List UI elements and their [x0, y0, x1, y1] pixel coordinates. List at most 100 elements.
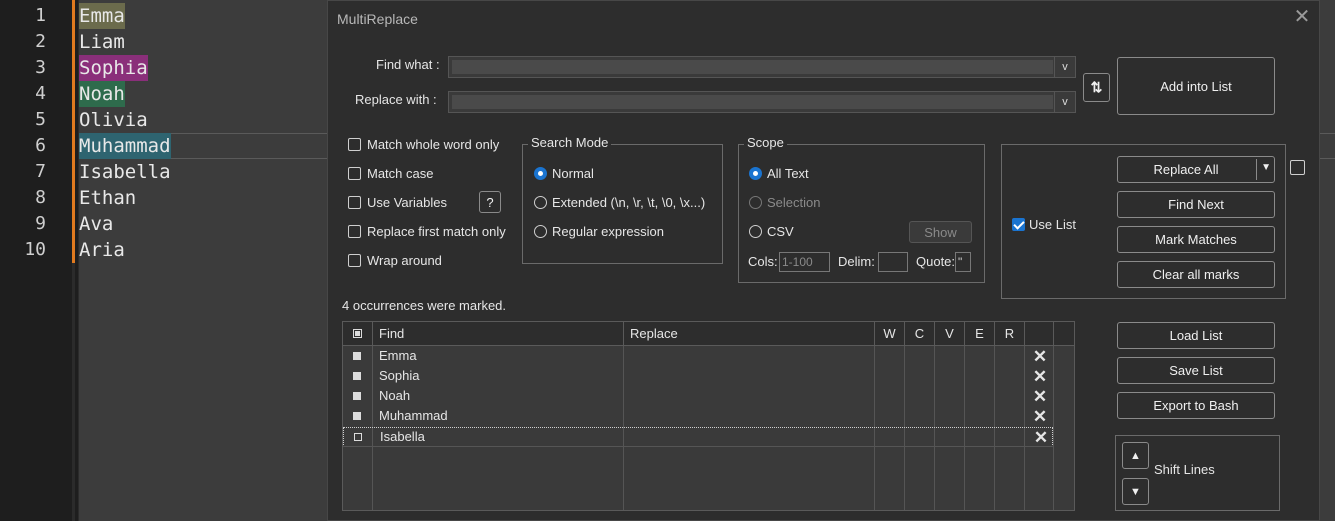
csv-label: CSV — [767, 224, 794, 239]
header-v[interactable]: V — [935, 322, 965, 346]
close-icon[interactable]: ✕ — [1292, 7, 1312, 27]
row-find-text: Isabella — [380, 429, 425, 444]
table-row[interactable]: Emma ✕ — [343, 347, 1053, 367]
swap-icon[interactable]: ⇅ — [1083, 73, 1110, 102]
header-w[interactable]: W — [875, 322, 905, 346]
editor-line[interactable]: Sophia — [79, 55, 148, 81]
line-number: 9 — [35, 213, 46, 234]
header-replace[interactable]: Replace — [624, 322, 875, 346]
replace-first-label: Replace first match only — [367, 224, 506, 239]
delim-label: Delim: — [838, 254, 875, 269]
row-find-text: Muhammad — [379, 408, 448, 423]
row-divider — [343, 446, 1053, 447]
line-number: 1 — [35, 5, 46, 26]
find-input[interactable] — [452, 60, 1053, 74]
table-row-selected[interactable]: Isabella ✕ — [343, 427, 1053, 447]
find-combobox[interactable]: v — [448, 56, 1076, 78]
selection-radio[interactable] — [749, 196, 762, 209]
delete-icon[interactable]: ✕ — [1032, 347, 1048, 367]
wrap-around-checkbox[interactable] — [348, 254, 361, 267]
header-e[interactable]: E — [965, 322, 995, 346]
mark-matches-button[interactable]: Mark Matches — [1117, 226, 1275, 253]
delete-icon[interactable]: ✕ — [1032, 387, 1048, 407]
chevron-down-icon[interactable]: v — [1054, 92, 1075, 112]
show-button[interactable]: Show — [909, 221, 972, 243]
extended-label: Extended (\n, \r, \t, \0, \x...) — [552, 195, 706, 210]
editor-line[interactable]: Liam — [79, 29, 125, 55]
replace-all-extra-checkbox[interactable] — [1290, 160, 1305, 175]
match-whole-word-checkbox[interactable] — [348, 138, 361, 151]
add-into-list-button[interactable]: Add into List — [1117, 57, 1275, 115]
chevron-down-icon[interactable]: ▼ — [1261, 162, 1271, 173]
regex-radio[interactable] — [534, 225, 547, 238]
help-button[interactable]: ? — [479, 191, 501, 213]
replace-combobox[interactable]: v — [448, 91, 1076, 113]
table-row[interactable]: Noah ✕ — [343, 387, 1053, 407]
shift-down-icon[interactable]: ▼ — [1122, 478, 1149, 505]
delete-icon[interactable]: ✕ — [1032, 367, 1048, 387]
normal-radio[interactable] — [534, 167, 547, 180]
replace-input[interactable] — [452, 95, 1053, 109]
editor-line[interactable]: Ava — [79, 211, 113, 237]
replace-all-button[interactable]: Replace All ▼ — [1117, 156, 1275, 183]
editor-line[interactable]: Muhammad — [79, 133, 171, 159]
editor-line[interactable]: Ethan — [79, 185, 136, 211]
row-checkbox[interactable] — [353, 392, 361, 400]
row-checkbox[interactable] — [353, 412, 361, 420]
editor-line[interactable]: Aria — [79, 237, 125, 263]
editor-line[interactable]: Noah — [79, 81, 125, 107]
line-number-gutter: 1 2 3 4 5 6 7 8 9 10 — [0, 0, 72, 521]
gutter-separator — [75, 0, 78, 521]
line-number: 4 — [35, 83, 46, 104]
extended-radio[interactable] — [534, 196, 547, 209]
line-number: 5 — [35, 109, 46, 130]
all-text-radio[interactable] — [749, 167, 762, 180]
row-find-text: Sophia — [379, 368, 420, 383]
csv-radio[interactable] — [749, 225, 762, 238]
delim-input[interactable] — [878, 252, 908, 272]
use-variables-label: Use Variables — [367, 195, 447, 210]
replace-list-table[interactable]: Find Replace W C V E R Emma ✕ Sophia ✕ N… — [342, 321, 1075, 511]
select-all-checkbox[interactable] — [353, 329, 362, 338]
header-spacer — [1054, 322, 1074, 346]
load-list-button[interactable]: Load List — [1117, 322, 1275, 349]
selection-label: Selection — [767, 195, 821, 210]
replace-label: Replace with : — [355, 92, 437, 107]
export-bash-button[interactable]: Export to Bash — [1117, 392, 1275, 419]
quote-input[interactable]: " — [955, 252, 971, 272]
row-checkbox[interactable] — [353, 352, 361, 360]
table-row[interactable]: Sophia ✕ — [343, 367, 1053, 387]
cols-label: Cols: — [748, 254, 778, 269]
header-find[interactable]: Find — [373, 322, 624, 346]
line-number: 7 — [35, 161, 46, 182]
cols-input[interactable]: 1-100 — [779, 252, 830, 272]
replace-first-checkbox[interactable] — [348, 225, 361, 238]
header-c[interactable]: C — [905, 322, 935, 346]
save-list-button[interactable]: Save List — [1117, 357, 1275, 384]
column-divider — [1053, 346, 1054, 510]
editor-line[interactable]: Isabella — [79, 159, 171, 185]
find-next-button[interactable]: Find Next — [1117, 191, 1275, 218]
row-checkbox[interactable] — [353, 372, 361, 380]
header-r[interactable]: R — [995, 322, 1025, 346]
table-row[interactable]: Muhammad ✕ — [343, 407, 1053, 427]
regex-label: Regular expression — [552, 224, 665, 239]
clear-marks-button[interactable]: Clear all marks — [1117, 261, 1275, 288]
use-list-checkbox[interactable] — [1012, 218, 1025, 231]
use-variables-checkbox[interactable] — [348, 196, 361, 209]
editor-line[interactable]: Olivia — [79, 107, 148, 133]
editor-line[interactable]: Emma — [79, 3, 125, 29]
row-checkbox[interactable] — [354, 433, 362, 441]
match-case-checkbox[interactable] — [348, 167, 361, 180]
chevron-down-icon[interactable]: v — [1054, 57, 1075, 77]
replace-all-label: Replace All — [1153, 162, 1219, 177]
shift-up-icon[interactable]: ▲ — [1122, 442, 1149, 469]
use-list-label: Use List — [1029, 217, 1076, 232]
delete-icon[interactable]: ✕ — [1033, 428, 1049, 448]
header-select-all[interactable] — [343, 322, 373, 346]
shift-lines-label: Shift Lines — [1154, 462, 1215, 477]
find-label: Find what : — [376, 57, 440, 72]
header-delete — [1025, 322, 1054, 346]
delete-icon[interactable]: ✕ — [1032, 407, 1048, 427]
row-find-text: Noah — [379, 388, 411, 403]
